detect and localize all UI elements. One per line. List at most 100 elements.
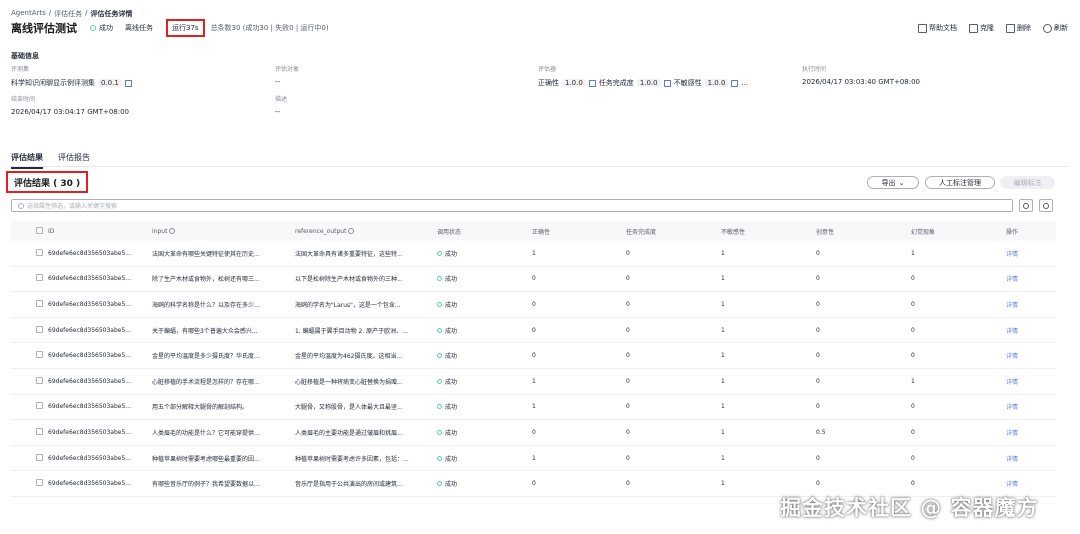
row-hallucination: 0 xyxy=(911,352,915,360)
row-id: 69defe6ec8d356503abe5... xyxy=(48,403,131,411)
table-settings-button[interactable] xyxy=(1039,199,1053,212)
row-checkbox[interactable] xyxy=(36,274,43,283)
batch-annotation-button[interactable]: 编辑标注 xyxy=(1000,176,1055,189)
row-checkbox[interactable] xyxy=(36,351,43,360)
row-input: 除了生产木材或食物外，松树还有哪三... xyxy=(152,276,260,284)
row-reference: 大腿骨，又称股骨，是人体最大且最坚... xyxy=(295,404,403,412)
row-reference: 心脏移植是一种将病变心脏替换为捐赠... xyxy=(295,378,403,386)
success-status-icon xyxy=(437,276,442,282)
export-label: 导出 xyxy=(881,178,896,187)
task-type: 离线任务 xyxy=(125,24,153,32)
export-button[interactable]: 导出 ⌄ xyxy=(867,176,919,189)
row-status-text: 成功 xyxy=(445,481,458,489)
row-creativity: 0 xyxy=(816,480,820,488)
row-detail-link[interactable]: 详情 xyxy=(1006,351,1018,360)
external-link-icon[interactable] xyxy=(588,79,596,87)
col-input: input xyxy=(152,227,176,235)
col-actions: 操作 xyxy=(1006,228,1019,236)
row-correctness: 0 xyxy=(532,480,536,488)
row-creativity: 0 xyxy=(816,326,820,334)
row-completion: 0 xyxy=(626,428,630,436)
external-link-icon[interactable] xyxy=(124,79,132,87)
row-completion: 0 xyxy=(626,454,630,462)
row-input: 用五个部分解释大腿骨的解剖结构。 xyxy=(152,404,249,412)
row-detail-link[interactable]: 详情 xyxy=(1006,479,1018,488)
row-checkbox[interactable] xyxy=(36,427,43,437)
row-hallucination: 1 xyxy=(911,377,915,385)
breadcrumb-eval-tasks[interactable]: 评估任务 xyxy=(54,9,82,19)
evaluator-version: 1.0.0 xyxy=(704,79,729,87)
row-status: 成功 xyxy=(437,300,457,309)
target-value: -- xyxy=(275,78,281,86)
row-checkbox[interactable] xyxy=(36,453,43,463)
row-id: 69defe6ec8d356503abe5... xyxy=(48,326,131,334)
help-doc-button[interactable]: 帮助文档 xyxy=(918,23,957,33)
breadcrumb-agentarts[interactable]: AgentArts xyxy=(11,9,46,19)
row-detail-link[interactable]: 详情 xyxy=(1006,402,1018,411)
row-reference: 金星的平均温度为462摄氏度。这相当... xyxy=(295,353,403,361)
row-checkbox[interactable] xyxy=(36,299,43,309)
row-detail-link[interactable]: 详情 xyxy=(1006,274,1018,283)
success-status-icon xyxy=(437,327,442,333)
chevron-down-icon: ⌄ xyxy=(898,178,905,187)
evaluator-version: 1.0.0 xyxy=(636,79,661,87)
row-hallucination: 0 xyxy=(911,275,915,283)
row-checkbox[interactable] xyxy=(36,325,43,335)
breadcrumb: AgentArts / 评估任务 / 评估任务详情 xyxy=(11,9,133,19)
row-checkbox[interactable] xyxy=(36,248,43,258)
row-detail-link[interactable]: 详情 xyxy=(1006,326,1018,335)
row-insensitivity: 1 xyxy=(721,352,725,360)
row-checkbox[interactable] xyxy=(36,402,43,411)
row-id: 69defe6ec8d356503abe5... xyxy=(48,428,131,436)
row-creativity: 0 xyxy=(816,454,820,462)
row-detail-link[interactable]: 详情 xyxy=(1006,377,1018,386)
row-hallucination: 0 xyxy=(911,403,915,411)
external-link-icon[interactable] xyxy=(663,79,671,87)
select-all-checkbox[interactable] xyxy=(36,226,43,236)
exec-time-info: 执行时间 2026/04/17 03:03:40 GMT+08:00 xyxy=(802,64,920,86)
desc-info: 描述 -- xyxy=(275,94,287,116)
row-detail-link[interactable]: 详情 xyxy=(1006,428,1018,437)
clone-button[interactable]: 克隆 xyxy=(969,23,994,33)
refresh-table-button[interactable] xyxy=(1019,199,1033,212)
row-correctness: 1 xyxy=(532,454,536,462)
exec-time-label: 执行时间 xyxy=(802,66,827,73)
search-icon xyxy=(18,202,24,209)
row-detail-link[interactable]: 详情 xyxy=(1006,454,1018,463)
row-creativity: 0 xyxy=(816,300,820,308)
row-detail-link[interactable]: 详情 xyxy=(1006,249,1018,258)
row-status-text: 成功 xyxy=(445,276,458,284)
row-status: 成功 xyxy=(437,402,457,411)
row-correctness: 0 xyxy=(532,275,536,283)
row-reference: 以下是松树除生产木材或食物外的三种... xyxy=(295,276,403,284)
watermark: 掘金技术社区 @ 容器魔方 xyxy=(780,496,1039,520)
row-checkbox[interactable] xyxy=(36,479,43,488)
breadcrumb-sep: / xyxy=(85,9,88,17)
end-time-value: 2026/04/17 03:04:17 GMT+08:00 xyxy=(11,108,130,116)
search-input[interactable]: 选择属性筛选，或输入关键字搜索 xyxy=(11,199,1013,212)
clone-label: 克隆 xyxy=(980,24,994,32)
row-correctness: 1 xyxy=(532,377,536,385)
row-status: 成功 xyxy=(437,249,457,258)
table-header: ID input reference_output 调用状态 正确性 任务完成度… xyxy=(11,221,1056,241)
row-reference: 音乐厅是指用于公共演出的房间或建筑... xyxy=(295,481,403,489)
delete-button[interactable]: 删除 xyxy=(1006,23,1031,33)
trash-icon xyxy=(1006,23,1015,33)
row-checkbox[interactable] xyxy=(36,376,43,386)
evaluator-more[interactable]: ... xyxy=(741,79,748,87)
evaluator-list: 正确性 1.0.0 任务完成度 1.0.0 不敏感性 1.0.0 ... xyxy=(538,78,748,88)
refresh-button[interactable]: 刷新 xyxy=(1043,23,1068,33)
row-detail-link[interactable]: 详情 xyxy=(1006,300,1018,309)
dataset-info: 评测集 科学知识闲聊显示例评测集 0.0.1 xyxy=(11,64,132,88)
dataset-label: 评测集 xyxy=(11,66,30,73)
row-insensitivity: 1 xyxy=(721,300,725,308)
row-reference: 法国大革命具有诸多重要特征，这些特... xyxy=(295,250,403,258)
breadcrumb-current: 评估任务详情 xyxy=(90,10,133,18)
manual-annotation-button[interactable]: 人工标注管理 xyxy=(925,176,995,189)
row-input: 关于蝙蝠，有哪些3个普遍大众会感兴... xyxy=(152,327,258,335)
row-reference: 1. 蝙蝠属于翼手目动物 2. 原产于欧洲、... xyxy=(295,327,408,335)
external-link-icon[interactable] xyxy=(731,79,739,87)
col-input-label: input xyxy=(152,227,168,235)
row-reference: 海鸥的学名为"Larus"，这是一个包含... xyxy=(295,301,401,309)
row-completion: 0 xyxy=(626,326,630,334)
